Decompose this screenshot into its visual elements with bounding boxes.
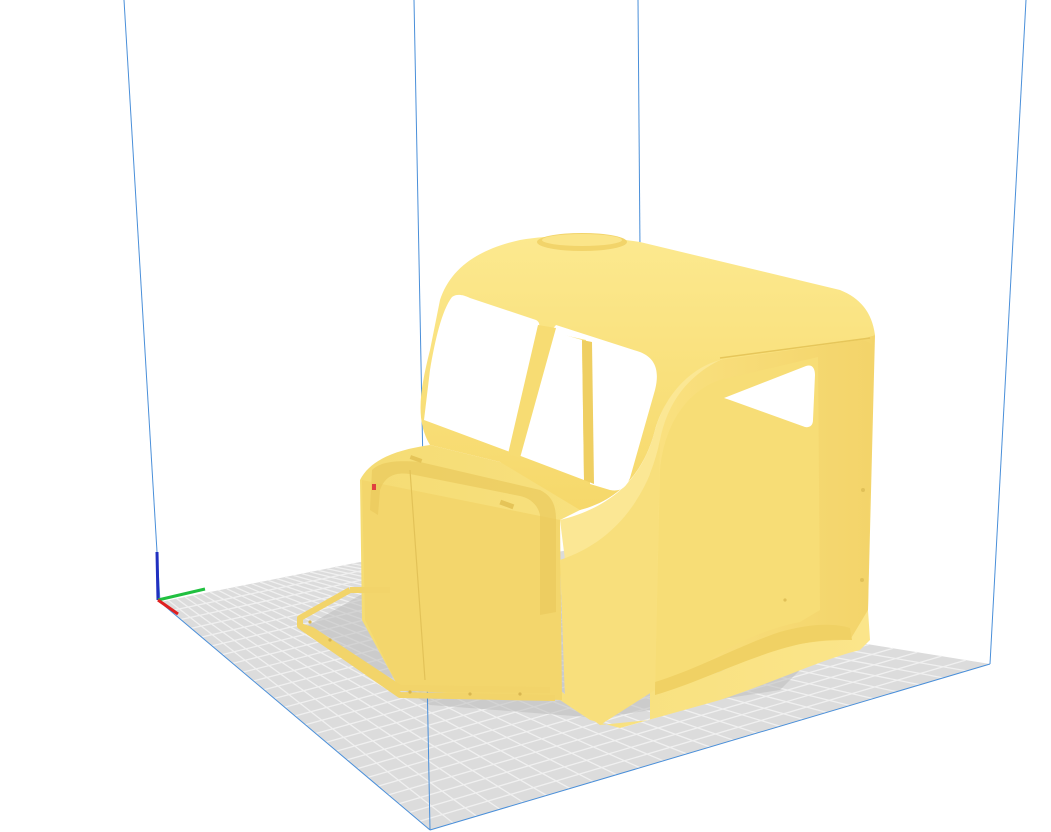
3d-viewport[interactable] — [0, 0, 1051, 832]
z-axis-icon — [155, 551, 160, 601]
viewport-scene[interactable] — [0, 0, 1051, 832]
truck-cab-model[interactable] — [297, 233, 875, 728]
